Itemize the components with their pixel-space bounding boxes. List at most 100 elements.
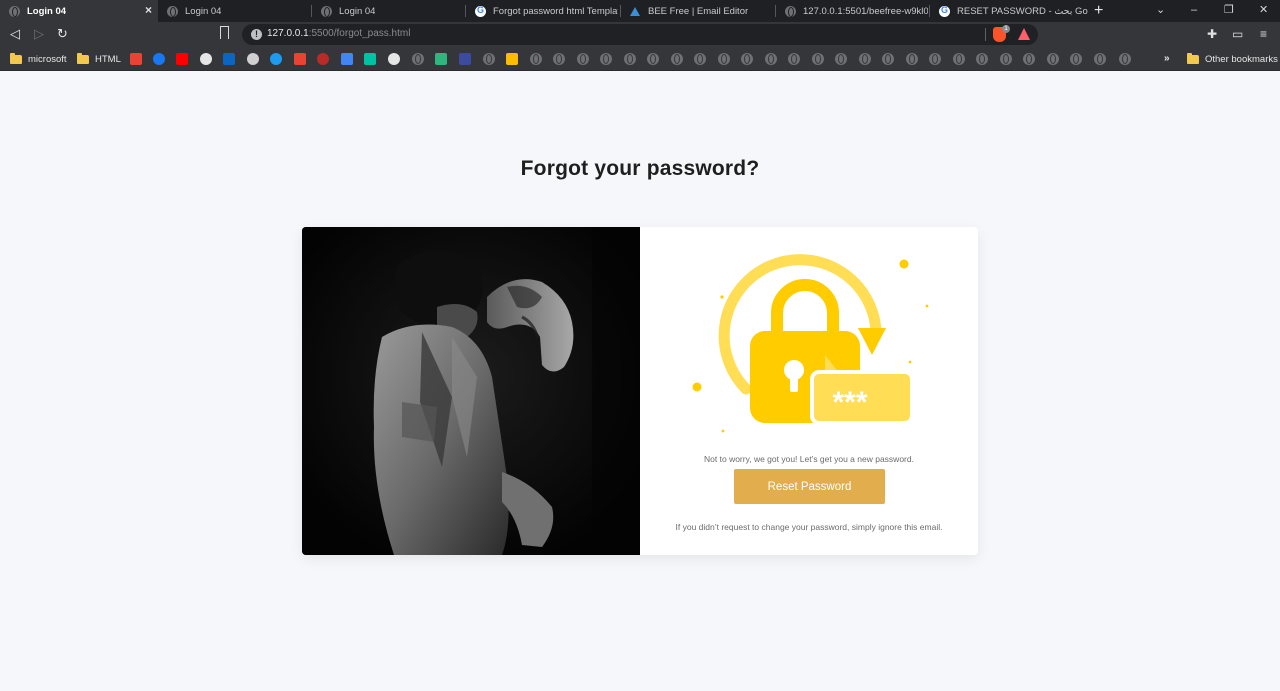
globe-icon [321,5,332,17]
extensions-icon[interactable]: ✚ [1207,27,1217,41]
bookmark-site-icon[interactable] [435,53,447,65]
globe-icon[interactable] [741,53,753,65]
globe-icon[interactable] [530,53,542,65]
brave-rewards-icon[interactable] [1018,28,1030,40]
tab-title: Login 04 [27,5,67,17]
globe-icon[interactable] [1047,53,1059,65]
forward-icon[interactable]: ▷ [34,26,44,42]
decor-dot [908,360,912,364]
page-title: Forgot your password? [520,157,760,180]
shields-count-badge: 1 [1002,25,1010,33]
globe-icon[interactable] [718,53,730,65]
globe-icon[interactable] [765,53,777,65]
tab-forgot-password-template[interactable]: Forgot password html Template [466,0,618,22]
globe-icon[interactable] [624,53,636,65]
close-window-button[interactable]: ✕ [1259,3,1268,17]
back-icon[interactable]: ◁ [10,26,20,42]
decor-dot [721,429,725,433]
github-icon[interactable] [200,53,212,65]
globe-icon[interactable] [483,53,495,65]
minimize-button[interactable]: – [1191,3,1197,17]
globe-icon[interactable] [671,53,683,65]
twitter-icon[interactable] [270,53,282,65]
globe-icon[interactable] [812,53,824,65]
url-path: :5500/forgot_pass.html [308,28,411,39]
globe-icon[interactable] [929,53,941,65]
gmail-icon[interactable] [294,53,306,65]
reset-password-button[interactable]: Reset Password [734,469,885,504]
ignore-note: If you didn’t request to change your pas… [675,522,943,532]
decor-dot [899,259,909,269]
globe-icon[interactable] [953,53,965,65]
tab-strip: Login 04 × Login 04 Login 04 Forgot pass… [0,0,1280,22]
decor-dot [692,382,702,392]
globe-icon[interactable] [1000,53,1012,65]
decor-dot [720,295,724,299]
globe-icon[interactable] [647,53,659,65]
reload-icon[interactable]: ↻ [57,26,68,42]
url-text[interactable]: 127.0.0.1:5500/forgot_pass.html [267,28,410,39]
globe-icon [167,5,178,17]
tab-reset-password-search[interactable]: RESET PASSWORD - بحث Google [930,0,1088,22]
globe-icon[interactable] [1094,53,1106,65]
tab-title: Login 04 [339,5,376,17]
wallet-icon[interactable]: ▭ [1232,27,1243,41]
linkedin-icon[interactable] [223,53,235,65]
google-drive-icon[interactable] [506,53,518,65]
bookmark-site-icon[interactable] [388,53,400,65]
globe-icon[interactable] [882,53,894,65]
divider [985,28,986,41]
tab-search-chevron-icon[interactable]: ⌄ [1156,3,1165,17]
site-info-icon[interactable]: ! [251,29,262,40]
globe-icon[interactable] [1070,53,1082,65]
bookmark-label: Other bookmarks [1205,53,1278,65]
globe-icon[interactable] [600,53,612,65]
facebook-icon[interactable] [153,53,165,65]
globe-icon[interactable] [694,53,706,65]
tab-login-04-active[interactable]: Login 04 × [0,0,158,22]
youtube-icon[interactable] [176,53,188,65]
globe-icon[interactable] [859,53,871,65]
tab-title: RESET PASSWORD - بحث Google [957,5,1088,17]
bookmark-site-icon[interactable] [247,53,259,65]
gmail-icon[interactable] [130,53,142,65]
bookmark-folder-html[interactable]: HTML [77,52,121,66]
globe-icon[interactable] [1023,53,1035,65]
tab-login-04[interactable]: Login 04 [158,0,308,22]
bookmark-folder-other[interactable]: Other bookmarks [1187,52,1278,66]
google-icon [475,5,486,17]
globe-icon [785,5,796,17]
globe-icon[interactable] [412,53,424,65]
forgot-password-card: *** Not to worry, we got you! Let’s get … [302,227,978,555]
quora-icon[interactable] [317,53,329,65]
bookmark-site-icon[interactable] [459,53,471,65]
bookmark-icon[interactable] [220,26,229,39]
bookmark-folder-microsoft[interactable]: microsoft [10,52,67,66]
translate-icon[interactable] [341,53,353,65]
folder-icon [77,52,89,64]
close-tab-icon[interactable]: × [145,4,152,17]
keyhole-slot [790,372,798,392]
lock-reset-illustration: *** [692,254,929,433]
address-bar[interactable]: ! 127.0.0.1:5500/forgot_pass.html 1 [242,24,1038,45]
tab-beefree-local[interactable]: 127.0.0.1:5501/beefree-w9kl08h [776,0,928,22]
globe-icon[interactable] [835,53,847,65]
new-tab-button[interactable]: + [1094,2,1103,20]
globe-icon[interactable] [788,53,800,65]
bee-icon [630,6,641,17]
tab-login-04[interactable]: Login 04 [312,0,464,22]
browser-toolbar: ◁ ▷ ↻ ! 127.0.0.1:5500/forgot_pass.html … [0,22,1280,47]
arrow-head [858,328,886,355]
globe-icon[interactable] [976,53,988,65]
globe-icon[interactable] [906,53,918,65]
tab-bee-free[interactable]: BEE Free | Email Editor [621,0,773,22]
globe-icon[interactable] [553,53,565,65]
tab-title: BEE Free | Email Editor [648,5,749,17]
bookmark-site-icon[interactable] [364,53,376,65]
bookmarks-overflow-chevron-icon[interactable]: » [1164,53,1170,64]
menu-icon[interactable]: ≡ [1260,27,1267,41]
globe-icon[interactable] [1119,53,1131,65]
reassurance-message: Not to worry, we got you! Let’s get you … [704,454,914,464]
restore-button[interactable]: ❐ [1224,3,1234,17]
globe-icon[interactable] [577,53,589,65]
